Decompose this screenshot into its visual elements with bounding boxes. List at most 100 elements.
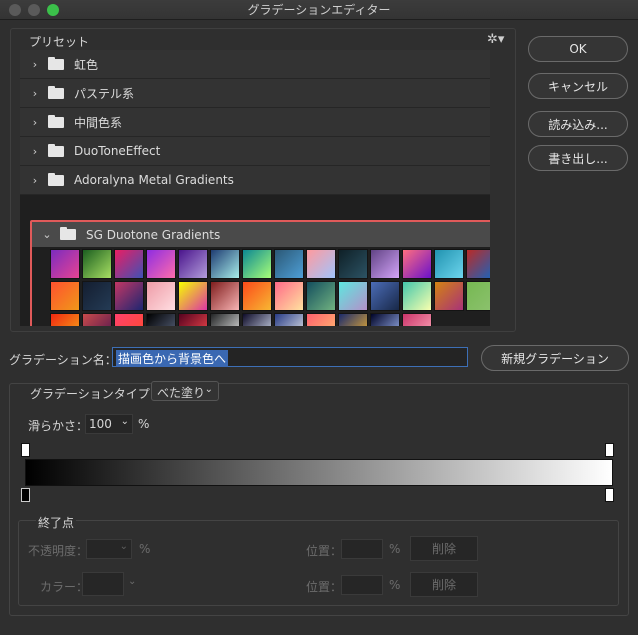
chevron-right-icon[interactable]: › bbox=[28, 174, 42, 187]
gradient-swatch[interactable] bbox=[50, 281, 80, 311]
stops-title: 終了点 bbox=[36, 514, 77, 531]
gradient-swatch[interactable] bbox=[114, 281, 144, 311]
color-stop-right[interactable] bbox=[605, 488, 614, 502]
gradient-swatch[interactable] bbox=[242, 313, 272, 326]
preset-list: › 虹色 › パステル系 › 中間色系 › DuoToneEffect › Adoralyna M… bbox=[20, 50, 490, 326]
gradient-swatch[interactable] bbox=[370, 281, 400, 311]
delete-button[interactable]: 削除 bbox=[410, 536, 478, 561]
gradient-swatch[interactable] bbox=[210, 281, 240, 311]
folder-header-sg-duotone[interactable]: ⌄ SG Duotone Gradients bbox=[32, 222, 490, 247]
gradient-swatch[interactable] bbox=[466, 281, 490, 311]
gradient-swatch[interactable] bbox=[178, 249, 208, 279]
preset-folder-row[interactable]: › パステル系 bbox=[20, 79, 490, 108]
folder-label: DuoToneEffect bbox=[74, 144, 161, 158]
chevron-right-icon[interactable]: › bbox=[28, 145, 42, 158]
gradient-swatch[interactable] bbox=[274, 249, 304, 279]
gradient-swatch[interactable] bbox=[466, 249, 490, 279]
chevron-down-icon[interactable]: ⌄ bbox=[121, 416, 129, 427]
gradient-type-value: べた塗り bbox=[157, 386, 206, 400]
folder-icon bbox=[48, 85, 64, 99]
gradient-swatch[interactable] bbox=[338, 281, 368, 311]
gradient-name-value: 描画色から背景色へ bbox=[116, 350, 229, 367]
gradient-swatch[interactable] bbox=[274, 313, 304, 326]
folder-label: SG Duotone Gradients bbox=[86, 227, 221, 242]
gradient-swatch[interactable] bbox=[434, 249, 464, 279]
folder-open-icon bbox=[60, 227, 76, 240]
preset-folder-row[interactable]: › 虹色 bbox=[20, 50, 490, 79]
location-unit: % bbox=[389, 542, 401, 556]
gradient-swatch[interactable] bbox=[146, 249, 176, 279]
gradient-swatch[interactable] bbox=[306, 281, 336, 311]
gradient-swatch[interactable] bbox=[210, 249, 240, 279]
chevron-down-icon[interactable]: ⌄ bbox=[40, 228, 54, 241]
zoom-window-icon[interactable] bbox=[47, 4, 59, 16]
color-label: カラー： bbox=[40, 580, 89, 594]
minimize-window-icon[interactable] bbox=[28, 4, 40, 16]
color-stop-left[interactable] bbox=[21, 488, 30, 502]
folder-label: 中間色系 bbox=[74, 115, 123, 130]
smoothness-value: 100 bbox=[89, 417, 112, 431]
gradient-swatch[interactable] bbox=[338, 249, 368, 279]
title-bar: グラデーションエディター bbox=[0, 0, 638, 20]
opacity-stop-right[interactable] bbox=[605, 443, 614, 457]
chevron-right-icon[interactable]: › bbox=[28, 87, 42, 100]
gradient-swatch[interactable] bbox=[82, 249, 112, 279]
save-button[interactable]: 書き出し... bbox=[528, 145, 628, 171]
opacity-input[interactable]: ⌄ bbox=[86, 539, 132, 559]
preset-folder-selected[interactable]: ⌄ SG Duotone Gradients bbox=[30, 220, 490, 326]
folder-icon bbox=[48, 56, 64, 70]
gradient-swatch[interactable] bbox=[178, 313, 208, 326]
gradient-swatch[interactable] bbox=[146, 281, 176, 311]
gradient-name-input[interactable]: 描画色から背景色へ bbox=[112, 347, 468, 367]
location-label: 位置： bbox=[306, 544, 343, 558]
gradient-swatch[interactable] bbox=[306, 249, 336, 279]
chevron-down-icon: ⌄ bbox=[119, 541, 128, 552]
location-input[interactable] bbox=[341, 539, 383, 559]
gradient-type-select[interactable]: べた塗り ⌄ bbox=[151, 381, 219, 401]
gradient-swatch[interactable] bbox=[306, 313, 336, 326]
preset-folder-row[interactable]: › Adoralyna Metal Gradients bbox=[20, 166, 490, 195]
gradient-swatch[interactable] bbox=[82, 281, 112, 311]
chevron-right-icon[interactable]: › bbox=[28, 58, 42, 71]
chevron-right-icon[interactable]: › bbox=[28, 116, 42, 129]
load-button[interactable]: 読み込み... bbox=[528, 111, 628, 137]
opacity-label: 不透明度： bbox=[28, 544, 89, 558]
location2-input[interactable] bbox=[341, 575, 383, 595]
folder-label: Adoralyna Metal Gradients bbox=[74, 173, 234, 187]
cancel-button[interactable]: キャンセル bbox=[528, 73, 628, 99]
gradient-type-label: グラデーションタイプ： bbox=[28, 385, 164, 402]
gradient-swatch[interactable] bbox=[50, 313, 80, 326]
gradient-swatch[interactable] bbox=[434, 281, 464, 311]
preset-folder-row[interactable]: › DuoToneEffect bbox=[20, 137, 490, 166]
gradient-swatch[interactable] bbox=[338, 313, 368, 326]
gradient-swatch[interactable] bbox=[370, 313, 400, 326]
color-swatch-input[interactable] bbox=[82, 572, 124, 596]
ok-button[interactable]: OK bbox=[528, 36, 628, 62]
presets-panel: プリセット ✲▾ › 虹色 › パステル系 › 中間色系 › DuoToneEffect › Ad… bbox=[10, 28, 516, 332]
smoothness-label: 滑らかさ： bbox=[28, 419, 89, 433]
gradient-swatch[interactable] bbox=[178, 281, 208, 311]
gradient-swatch[interactable] bbox=[114, 249, 144, 279]
gear-icon[interactable]: ✲▾ bbox=[487, 32, 504, 47]
gradient-swatch[interactable] bbox=[82, 313, 112, 326]
chevron-down-icon[interactable]: ⌄ bbox=[128, 576, 136, 587]
gradient-swatch[interactable] bbox=[402, 249, 432, 279]
delete2-button[interactable]: 削除 bbox=[410, 572, 478, 597]
gradient-swatch[interactable] bbox=[50, 249, 80, 279]
gradient-swatch[interactable] bbox=[370, 249, 400, 279]
smoothness-input[interactable]: 100 ⌄ bbox=[85, 414, 133, 434]
gradient-preview-bar[interactable] bbox=[25, 459, 613, 486]
gradient-swatch[interactable] bbox=[274, 281, 304, 311]
gradient-swatch[interactable] bbox=[210, 313, 240, 326]
close-window-icon[interactable] bbox=[9, 4, 21, 16]
new-gradient-button[interactable]: 新規グラデーション bbox=[481, 345, 629, 371]
gradient-swatch[interactable] bbox=[242, 249, 272, 279]
gradient-swatch[interactable] bbox=[402, 313, 432, 326]
gradient-swatch[interactable] bbox=[146, 313, 176, 326]
opacity-stop-left[interactable] bbox=[21, 443, 30, 457]
gradient-swatch[interactable] bbox=[242, 281, 272, 311]
gradient-swatch[interactable] bbox=[402, 281, 432, 311]
gradient-swatch[interactable] bbox=[114, 313, 144, 326]
opacity-unit: % bbox=[139, 542, 151, 556]
preset-folder-row[interactable]: › 中間色系 bbox=[20, 108, 490, 137]
